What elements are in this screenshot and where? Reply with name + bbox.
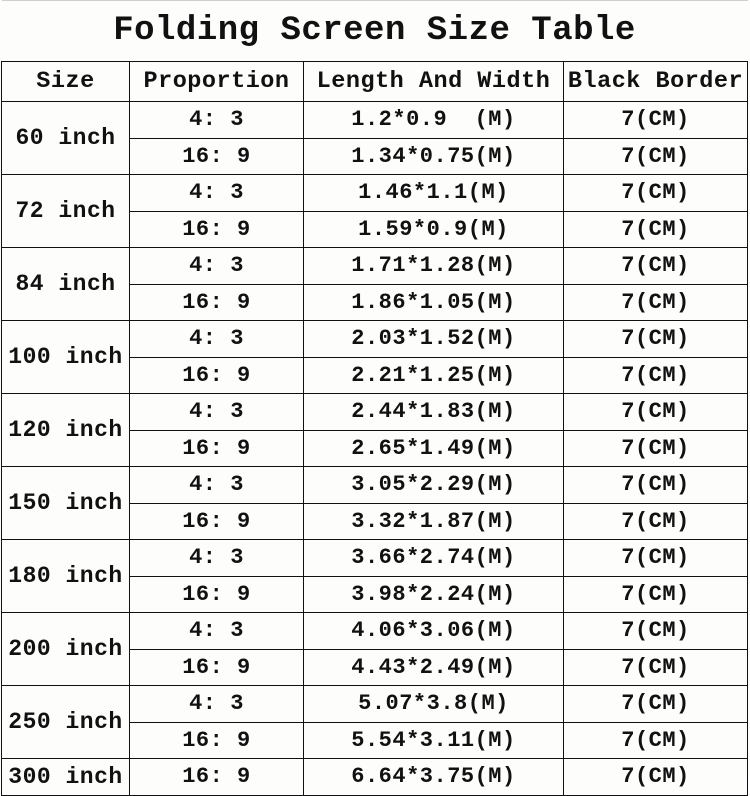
cell-length-and-width: 1.46*1.1(M): [303, 174, 564, 212]
size-table-sheet: Folding Screen Size Table Size Proportio…: [0, 0, 750, 796]
cell-proportion: 4: 3: [129, 393, 304, 431]
table-body: Folding Screen Size Table Size Proportio…: [1, 0, 749, 796]
cell-size: 250 inch: [1, 685, 130, 759]
cell-black-border: 7(CM): [562, 210, 749, 248]
cell-black-border: 7(CM): [562, 612, 749, 650]
cell-black-border: 7(CM): [562, 393, 749, 431]
cell-proportion: 4: 3: [129, 320, 304, 358]
cell-length-and-width: 1.71*1.28(M): [303, 247, 564, 285]
cell-proportion: 4: 3: [129, 685, 304, 723]
cell-length-and-width: 2.65*1.49(M): [303, 429, 564, 467]
cell-black-border: 7(CM): [562, 502, 749, 540]
cell-size: 150 inch: [1, 466, 130, 540]
cell-proportion: 4: 3: [129, 539, 304, 577]
cell-proportion: 16: 9: [129, 210, 304, 248]
cell-proportion: 16: 9: [129, 575, 304, 613]
table-row: 100 inch 4: 3 2.03*1.52(M) 7(CM): [1, 320, 749, 394]
cell-black-border: 7(CM): [562, 721, 749, 759]
cell-length-and-width: 1.2*0.9 (M): [303, 101, 564, 139]
cell-proportion: 16: 9: [129, 502, 304, 540]
cell-length-and-width: 3.98*2.24(M): [303, 575, 564, 613]
cell-proportion: 4: 3: [129, 174, 304, 212]
cell-size: 300 inch: [1, 758, 130, 796]
cell-length-and-width: 5.07*3.8(M): [303, 685, 564, 723]
folding-screen-size-table: Folding Screen Size Table Size Proportio…: [1, 0, 749, 796]
cell-black-border: 7(CM): [562, 539, 749, 577]
cell-black-border: 7(CM): [562, 137, 749, 175]
cell-black-border: 7(CM): [562, 429, 749, 467]
cell-black-border: 7(CM): [562, 247, 749, 285]
table-row: 120 inch 4: 3 2.44*1.83(M) 7(CM): [1, 393, 749, 467]
column-header-length-and-width: Length And Width: [303, 61, 564, 102]
cell-proportion: 16: 9: [129, 283, 304, 321]
cell-proportion: 4: 3: [129, 612, 304, 650]
cell-proportion: 4: 3: [129, 247, 304, 285]
cell-proportion: 16: 9: [129, 648, 304, 686]
cell-black-border: 7(CM): [562, 575, 749, 613]
table-row: 60 inch 4: 3 1.2*0.9 (M) 7(CM): [1, 101, 749, 175]
cell-size: 60 inch: [1, 101, 130, 175]
cell-black-border: 7(CM): [562, 758, 749, 796]
cell-black-border: 7(CM): [562, 320, 749, 358]
table-row: 150 inch 4: 3 3.05*2.29(M) 7(CM): [1, 466, 749, 540]
cell-length-and-width: 6.64*3.75(M): [303, 758, 564, 796]
cell-size: 72 inch: [1, 174, 130, 248]
cell-proportion: 4: 3: [129, 466, 304, 504]
cell-length-and-width: 2.21*1.25(M): [303, 356, 564, 394]
table-row: 180 inch 4: 3 3.66*2.74(M) 7(CM): [1, 539, 749, 613]
cell-length-and-width: 1.34*0.75(M): [303, 137, 564, 175]
table-row: 300 inch 16: 9 6.64*3.75(M) 7(CM): [1, 758, 749, 796]
cell-size: 120 inch: [1, 393, 130, 467]
page-title: Folding Screen Size Table: [1, 0, 748, 62]
cell-length-and-width: 4.06*3.06(M): [303, 612, 564, 650]
cell-length-and-width: 2.44*1.83(M): [303, 393, 564, 431]
cell-length-and-width: 3.66*2.74(M): [303, 539, 564, 577]
cell-proportion: 16: 9: [129, 758, 304, 796]
table-row: 72 inch 4: 3 1.46*1.1(M) 7(CM): [1, 174, 749, 248]
cell-size: 200 inch: [1, 612, 130, 686]
table-row: 84 inch 4: 3 1.71*1.28(M) 7(CM): [1, 247, 749, 321]
cell-length-and-width: 2.03*1.52(M): [303, 320, 564, 358]
cell-black-border: 7(CM): [562, 685, 749, 723]
cell-length-and-width: 4.43*2.49(M): [303, 648, 564, 686]
column-header-size: Size: [1, 61, 130, 102]
cell-black-border: 7(CM): [562, 356, 749, 394]
cell-size: 84 inch: [1, 247, 130, 321]
table-row: 250 inch 4: 3 5.07*3.8(M) 7(CM): [1, 685, 749, 759]
cell-black-border: 7(CM): [562, 174, 749, 212]
cell-length-and-width: 1.59*0.9(M): [303, 210, 564, 248]
cell-black-border: 7(CM): [562, 466, 749, 504]
cell-proportion: 16: 9: [129, 429, 304, 467]
column-header-black-border: Black Border: [562, 61, 749, 102]
cell-black-border: 7(CM): [562, 283, 749, 321]
cell-proportion: 16: 9: [129, 356, 304, 394]
cell-proportion: 4: 3: [129, 101, 304, 139]
table-row: 200 inch 4: 3 4.06*3.06(M) 7(CM): [1, 612, 749, 686]
title-row: Folding Screen Size Table: [1, 0, 748, 62]
cell-size: 180 inch: [1, 539, 130, 613]
cell-proportion: 16: 9: [129, 137, 304, 175]
cell-length-and-width: 3.05*2.29(M): [303, 466, 564, 504]
cell-length-and-width: 3.32*1.87(M): [303, 502, 564, 540]
cell-proportion: 16: 9: [129, 721, 304, 759]
header-row: Size Proportion Length And Width Black B…: [1, 61, 749, 102]
cell-size: 100 inch: [1, 320, 130, 394]
column-header-proportion: Proportion: [129, 61, 304, 102]
cell-black-border: 7(CM): [562, 648, 749, 686]
cell-length-and-width: 5.54*3.11(M): [303, 721, 564, 759]
cell-black-border: 7(CM): [562, 101, 749, 139]
cell-length-and-width: 1.86*1.05(M): [303, 283, 564, 321]
